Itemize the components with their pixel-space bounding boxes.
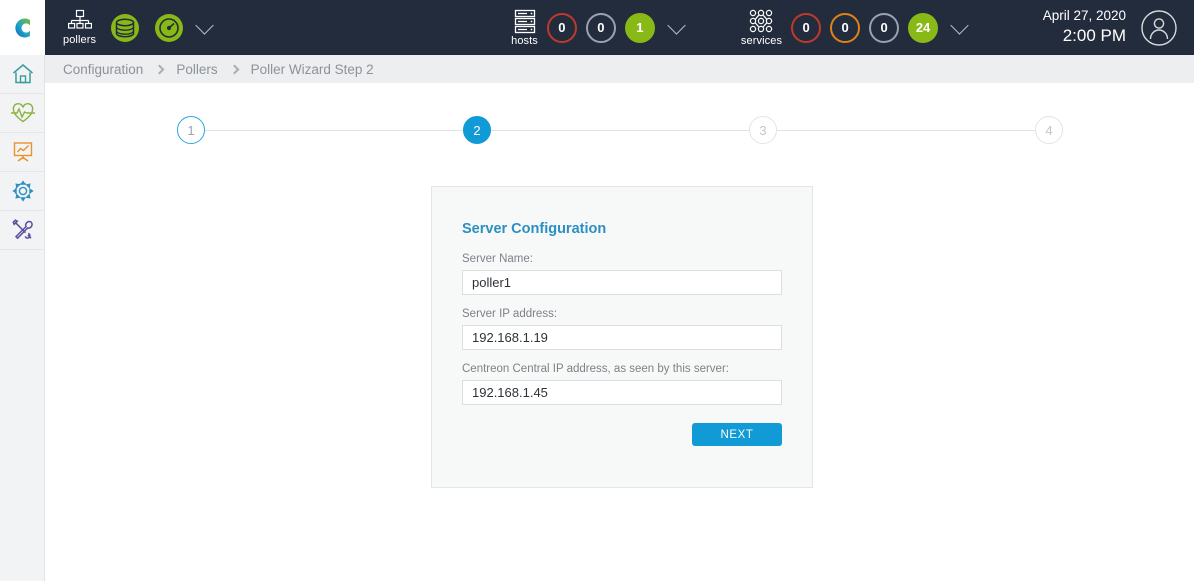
centreon-logo[interactable] bbox=[0, 0, 45, 55]
chart-board-icon bbox=[11, 140, 35, 164]
hosts-badge-up[interactable]: 1 bbox=[625, 13, 655, 43]
field-central-ip: Centreon Central IP address, as seen by … bbox=[462, 363, 782, 405]
services-grid-icon bbox=[748, 9, 774, 34]
server-ip-input[interactable] bbox=[462, 325, 782, 350]
sidebar-item-monitoring[interactable] bbox=[0, 94, 45, 133]
hosts-status-group: hosts 0 0 1 bbox=[511, 0, 683, 55]
centreon-logo-icon bbox=[8, 13, 38, 43]
server-name-label: Server Name: bbox=[462, 253, 782, 265]
breadcrumb-chevron-right-icon bbox=[229, 64, 239, 74]
stepper-connector bbox=[491, 130, 749, 131]
services-label: services bbox=[741, 35, 782, 47]
wizard-step-2[interactable]: 2 bbox=[463, 116, 491, 144]
datetime-user-group: April 27, 2020 2:00 PM bbox=[1043, 0, 1194, 55]
gauge-icon[interactable] bbox=[154, 13, 184, 43]
pollers-group: pollers bbox=[63, 0, 211, 55]
breadcrumb-chevron-right-icon bbox=[155, 64, 165, 74]
services-badge-critical[interactable]: 0 bbox=[791, 13, 821, 43]
services-badge-ok[interactable]: 24 bbox=[908, 13, 938, 43]
hosts-badge-unreachable[interactable]: 0 bbox=[586, 13, 616, 43]
hosts-chevron-down-icon[interactable] bbox=[667, 16, 685, 34]
left-sidebar bbox=[0, 55, 45, 581]
hosts-badge-down[interactable]: 0 bbox=[547, 13, 577, 43]
breadcrumb-item-configuration[interactable]: Configuration bbox=[63, 62, 143, 77]
database-icon[interactable] bbox=[110, 13, 140, 43]
services-badge-unknown[interactable]: 0 bbox=[869, 13, 899, 43]
current-time: 2:00 PM bbox=[1043, 25, 1126, 46]
breadcrumb-item-current: Poller Wizard Step 2 bbox=[251, 62, 374, 77]
central-ip-input[interactable] bbox=[462, 380, 782, 405]
pollers-chevron-down-icon[interactable] bbox=[195, 16, 213, 34]
sidebar-item-home[interactable] bbox=[0, 55, 45, 94]
gear-icon bbox=[11, 179, 35, 203]
sidebar-item-administration[interactable] bbox=[0, 211, 45, 250]
card-actions: NEXT bbox=[462, 423, 782, 446]
central-ip-label: Centreon Central IP address, as seen by … bbox=[462, 363, 782, 375]
wizard-step-3[interactable]: 3 bbox=[749, 116, 777, 144]
hosts-label: hosts bbox=[511, 35, 538, 47]
current-date: April 27, 2020 bbox=[1043, 8, 1126, 25]
stepper-connector bbox=[777, 130, 1035, 131]
main-content: 1 2 3 4 Server Configuration Server Name… bbox=[46, 83, 1194, 581]
field-server-ip: Server IP address: bbox=[462, 308, 782, 350]
pollers-item[interactable]: pollers bbox=[63, 4, 96, 51]
services-status-group: services 0 0 0 24 bbox=[741, 0, 966, 55]
pollers-label: pollers bbox=[63, 34, 96, 46]
stepper-connector bbox=[205, 130, 463, 131]
breadcrumb: Configuration Pollers Poller Wizard Step… bbox=[45, 55, 1194, 83]
breadcrumb-item-pollers[interactable]: Pollers bbox=[176, 62, 217, 77]
card-title: Server Configuration bbox=[462, 221, 782, 237]
hierarchy-icon bbox=[67, 9, 92, 33]
wizard-step-4[interactable]: 4 bbox=[1035, 116, 1063, 144]
server-rack-icon bbox=[513, 9, 537, 34]
server-configuration-card: Server Configuration Server Name: Server… bbox=[431, 186, 813, 488]
wizard-step-1[interactable]: 1 bbox=[177, 116, 205, 144]
tools-icon bbox=[11, 218, 35, 242]
pulse-heart-icon bbox=[10, 102, 36, 124]
server-ip-label: Server IP address: bbox=[462, 308, 782, 320]
sidebar-item-configuration[interactable] bbox=[0, 172, 45, 211]
next-button[interactable]: NEXT bbox=[692, 423, 782, 446]
field-server-name: Server Name: bbox=[462, 253, 782, 295]
datetime-display: April 27, 2020 2:00 PM bbox=[1043, 8, 1126, 46]
server-name-input[interactable] bbox=[462, 270, 782, 295]
wizard-stepper: 1 2 3 4 bbox=[177, 114, 1063, 146]
sidebar-item-reporting[interactable] bbox=[0, 133, 45, 172]
hosts-item[interactable]: hosts bbox=[511, 4, 538, 51]
services-chevron-down-icon[interactable] bbox=[950, 16, 968, 34]
services-badge-warning[interactable]: 0 bbox=[830, 13, 860, 43]
services-item[interactable]: services bbox=[741, 4, 782, 51]
user-avatar-icon[interactable] bbox=[1140, 9, 1178, 47]
home-icon bbox=[11, 62, 35, 86]
top-navigation-bar: pollers bbox=[0, 0, 1194, 55]
